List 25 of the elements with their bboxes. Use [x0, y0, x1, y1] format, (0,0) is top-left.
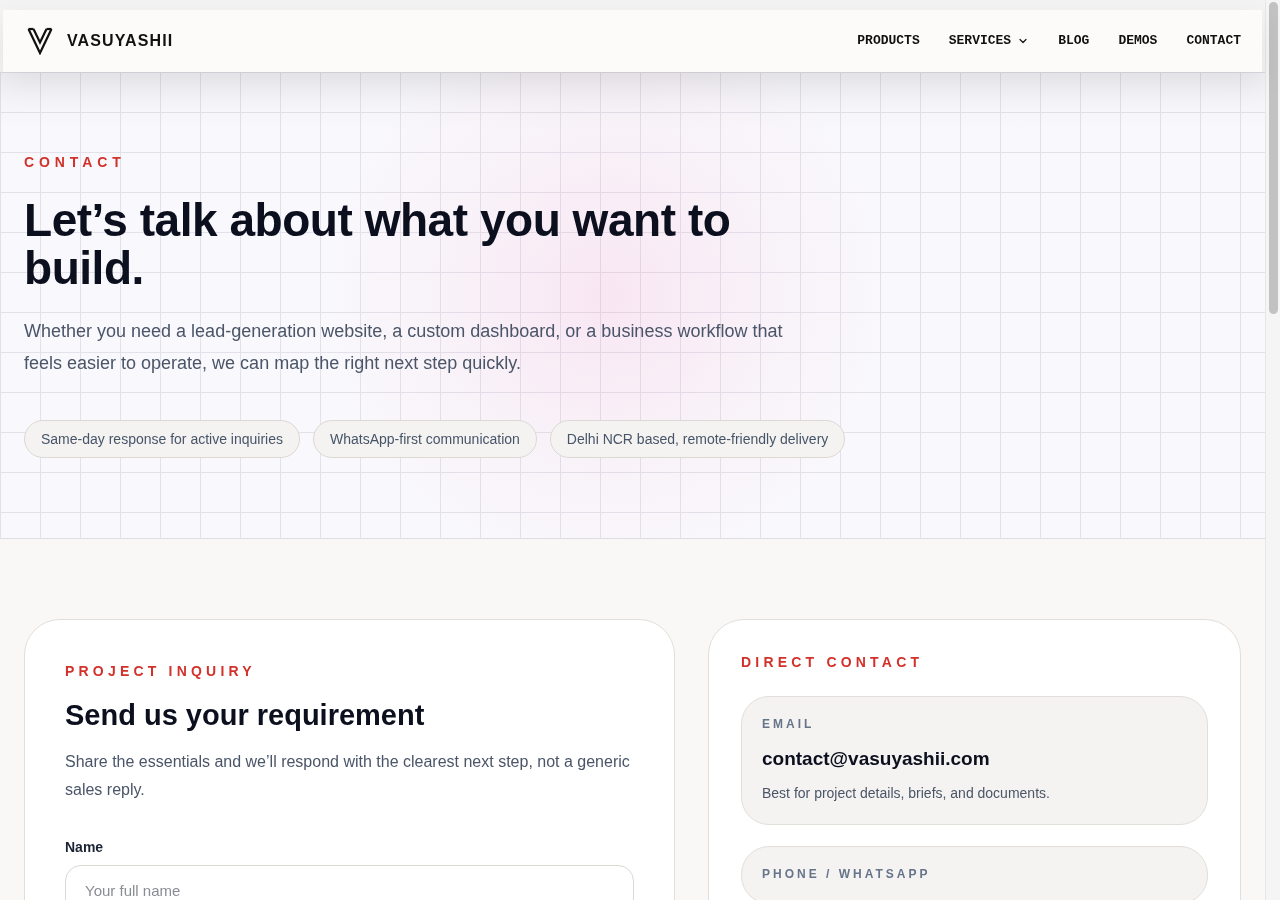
- feature-chip: Same-day response for active inquiries: [24, 420, 300, 458]
- field-label: Name: [65, 838, 105, 857]
- direct-contact-eyebrow: DIRECT CONTACT: [741, 653, 925, 672]
- scrollbar-track[interactable]: [1265, 0, 1280, 900]
- contact-method-value[interactable]: contact@vasuyashii.com: [762, 746, 1187, 772]
- contact-method-note: Best for project details, briefs, and documents.: [762, 784, 1051, 803]
- inquiry-eyebrow: PROJECT INQUIRY: [65, 662, 257, 681]
- hero-heading: Let’s talk about what you want to build.: [24, 196, 732, 292]
- nav-link[interactable]: PRODUCTS: [857, 31, 920, 51]
- scrollbar-thumb[interactable]: [1268, 2, 1278, 314]
- hero-description: Whether you need a lead-generation website, a custom dashboard, or a business workflow that feels easier to operate, we can map the right next step quickly.: [24, 320, 784, 375]
- feature-chip: WhatsApp-first communication: [313, 420, 537, 458]
- nav-link[interactable]: CONTACT: [1186, 31, 1241, 51]
- input-field[interactable]: Your full name: [65, 865, 634, 900]
- contact-method-label: PHONE / WHATSAPP: [762, 866, 932, 882]
- nav-link[interactable]: DEMOS: [1118, 31, 1158, 51]
- brand-name[interactable]: VASUYASHII: [67, 29, 174, 53]
- logo-icon: [27, 27, 53, 55]
- contact-method-label: EMAIL: [762, 716, 816, 732]
- nav-link[interactable]: SERVICES: [948, 31, 1030, 51]
- nav-link[interactable]: BLOG: [1058, 31, 1090, 51]
- hero-eyebrow: CONTACT: [24, 153, 127, 172]
- inquiry-heading: Send us your requirement: [65, 698, 426, 732]
- feature-chip: Delhi NCR based, remote-friendly delivery: [549, 420, 846, 458]
- inquiry-description: Share the essentials and we’ll respond with the clearest next step, not a generic sales reply.: [65, 752, 631, 800]
